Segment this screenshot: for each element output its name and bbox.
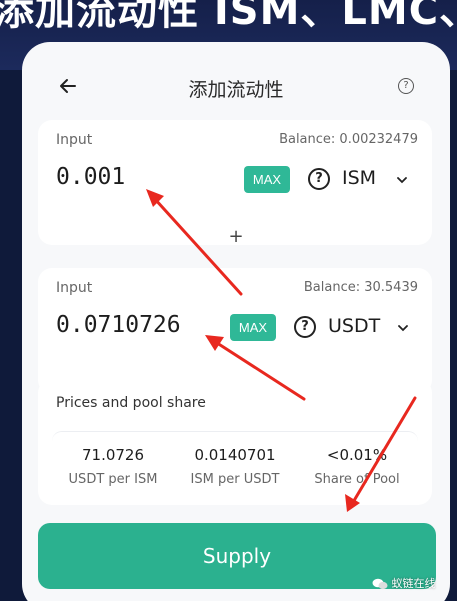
add-liquidity-card: 添加流动性 ? Input Balance: 0.00232479 0.001 …: [22, 42, 450, 601]
input-b-amount-field[interactable]: 0.0710726: [56, 312, 181, 338]
input-b-token-symbol[interactable]: USDT: [328, 315, 380, 337]
input-b-max-button[interactable]: MAX: [230, 314, 276, 341]
help-circle-icon[interactable]: ?: [398, 78, 414, 94]
prices-and-pool-share-panel: Prices and pool share 71.0726 USDT per I…: [38, 379, 432, 505]
banner-text: 添加流动性 ISM、LMC、LMC: [0, 0, 457, 34]
stat-price-a: 71.0726 USDT per ISM: [52, 446, 174, 487]
input-b-balance: Balance: 30.5439: [303, 280, 418, 295]
question-circle-icon: ?: [294, 316, 316, 338]
stat-value: 71.0726: [81, 446, 145, 464]
chevron-down-icon[interactable]: [397, 175, 407, 185]
stat-price-b: 0.0140701 ISM per USDT: [174, 446, 296, 487]
page-title: 添加流动性: [188, 79, 284, 101]
plus-sign: +: [228, 226, 244, 247]
stat-label: ISM per USDT: [190, 472, 280, 487]
input-a-token-symbol[interactable]: ISM: [342, 167, 376, 189]
input-b-label: Input: [56, 280, 93, 296]
chevron-down-icon[interactable]: [398, 323, 408, 333]
stat-share-of-pool: <0.01% Share of Pool: [296, 446, 418, 487]
input-a-max-button[interactable]: MAX: [244, 166, 290, 193]
stat-label: USDT per ISM: [68, 472, 158, 487]
stat-label: Share of Pool: [314, 472, 400, 487]
watermark: 蚁链在线: [372, 575, 436, 595]
pool-share-stats: 71.0726 USDT per ISM 0.0140701 ISM per U…: [52, 431, 418, 497]
token-b-input-panel: Input Balance: 30.5439 0.0710726 MAX ? U…: [38, 268, 432, 394]
watermark-text: 蚁链在线: [391, 577, 436, 590]
card-header: 添加流动性 ?: [22, 42, 450, 132]
chat-bubble-icon: [372, 578, 388, 590]
input-a-label: Input: [56, 132, 93, 148]
input-a-amount-field[interactable]: 0.001: [56, 164, 125, 190]
stat-value: 0.0140701: [194, 446, 276, 464]
input-a-balance: Balance: 0.00232479: [279, 132, 418, 147]
pool-share-title: Prices and pool share: [56, 395, 206, 411]
question-circle-icon: ?: [308, 168, 330, 190]
stat-value: <0.01%: [326, 446, 388, 464]
